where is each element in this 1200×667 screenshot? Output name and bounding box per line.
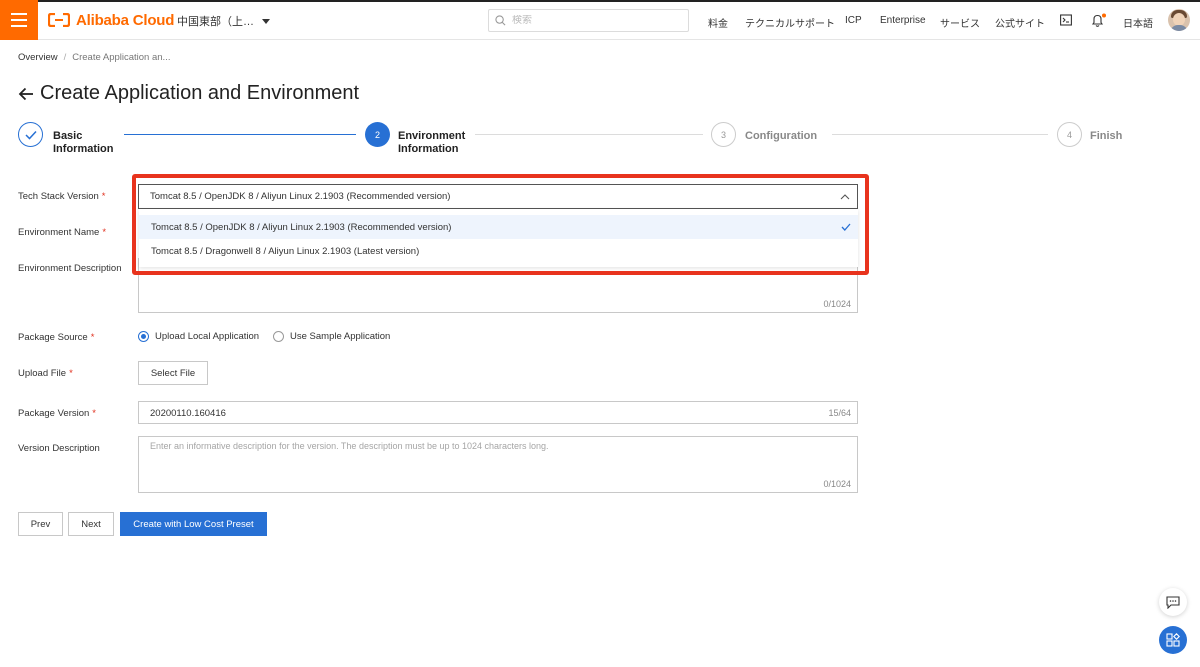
breadcrumb-overview[interactable]: Overview: [18, 52, 58, 63]
region-selector[interactable]: 中国東部（上…: [177, 13, 270, 29]
apps-grid-icon: [1166, 633, 1180, 647]
environment-description-label: Environment Description: [18, 263, 122, 274]
region-label: 中国東部（上…: [177, 16, 254, 28]
top-border: [0, 0, 1200, 2]
step-2-circle: 2: [365, 122, 390, 147]
radio-use-sample[interactable]: Use Sample Application: [273, 331, 390, 342]
terminal-icon[interactable]: [1060, 14, 1072, 26]
next-button[interactable]: Next: [68, 512, 114, 536]
top-navigation-bar: Alibaba Cloud 中国東部（上… 料金 テクニカルサポート ICP E…: [0, 0, 1200, 40]
breadcrumb-separator: /: [63, 52, 67, 63]
package-version-counter: 15/64: [828, 408, 851, 418]
package-version-label: Package Version *: [18, 408, 96, 419]
nav-pricing[interactable]: 料金: [708, 15, 728, 30]
menu-icon[interactable]: [0, 0, 38, 40]
step-3-label: Configuration: [745, 130, 818, 142]
feedback-button[interactable]: [1159, 588, 1187, 616]
nav-enterprise[interactable]: Enterprise: [880, 15, 926, 26]
prev-button[interactable]: Prev: [18, 512, 63, 536]
search-icon: [495, 15, 506, 26]
search-box[interactable]: [488, 9, 689, 32]
package-version-value: 20200110.160416: [150, 408, 226, 419]
avatar[interactable]: [1168, 9, 1190, 31]
search-input[interactable]: [512, 15, 682, 26]
upload-file-label: Upload File *: [18, 368, 73, 379]
environment-name-label: Environment Name *: [18, 227, 107, 238]
nav-services[interactable]: サービス: [940, 15, 980, 30]
step-1-label: Basic Information: [53, 130, 114, 155]
chat-icon: [1166, 595, 1180, 609]
version-description-placeholder: Enter an informative description for the…: [150, 441, 549, 451]
check-icon: [24, 130, 37, 140]
logo-text: Alibaba Cloud: [76, 11, 175, 29]
version-description-label: Version Description: [18, 443, 100, 454]
breadcrumb-current: Create Application an...: [72, 52, 171, 63]
radio-unselected-icon: [273, 331, 284, 342]
radio-selected-icon: [138, 331, 149, 342]
tech-stack-label: Tech Stack Version *: [18, 191, 106, 202]
step-4-circle: 4: [1057, 122, 1082, 147]
environment-description-counter: 0/1024: [823, 299, 851, 309]
step-1-circle: [18, 122, 43, 147]
page-title-text: Create Application and Environment: [40, 82, 360, 104]
page-title: Create Application and Environment: [18, 82, 359, 105]
language-selector[interactable]: 日本語: [1123, 15, 1153, 30]
chevron-down-icon: [262, 18, 270, 24]
step-connector-3: [832, 134, 1048, 135]
step-connector-1: [124, 134, 356, 135]
step-4-label: Finish: [1090, 130, 1123, 142]
alibaba-logo-icon: [48, 13, 70, 27]
nav-official-site[interactable]: 公式サイト: [995, 15, 1045, 30]
select-file-button[interactable]: Select File: [138, 361, 208, 385]
apps-button[interactable]: [1159, 626, 1187, 654]
nav-support[interactable]: テクニカルサポート: [745, 15, 835, 30]
breadcrumb: Overview / Create Application an...: [18, 52, 170, 63]
step-connector-2: [475, 134, 703, 135]
package-source-label: Package Source *: [18, 332, 95, 343]
step-2-label: Environment Information: [398, 130, 466, 155]
radio-upload-local[interactable]: Upload Local Application: [138, 331, 259, 342]
package-version-input[interactable]: 20200110.160416 15/64: [138, 401, 858, 424]
nav-icp[interactable]: ICP: [845, 15, 862, 26]
alibaba-cloud-logo[interactable]: Alibaba Cloud: [48, 10, 174, 30]
version-description-counter: 0/1024: [823, 479, 851, 489]
back-arrow-icon[interactable]: [18, 87, 34, 101]
notification-bell-icon[interactable]: [1091, 13, 1107, 27]
create-low-cost-button[interactable]: Create with Low Cost Preset: [120, 512, 267, 536]
step-3-circle: 3: [711, 122, 736, 147]
highlight-annotation-box: [132, 174, 869, 275]
version-description-textarea[interactable]: Enter an informative description for the…: [138, 436, 858, 493]
